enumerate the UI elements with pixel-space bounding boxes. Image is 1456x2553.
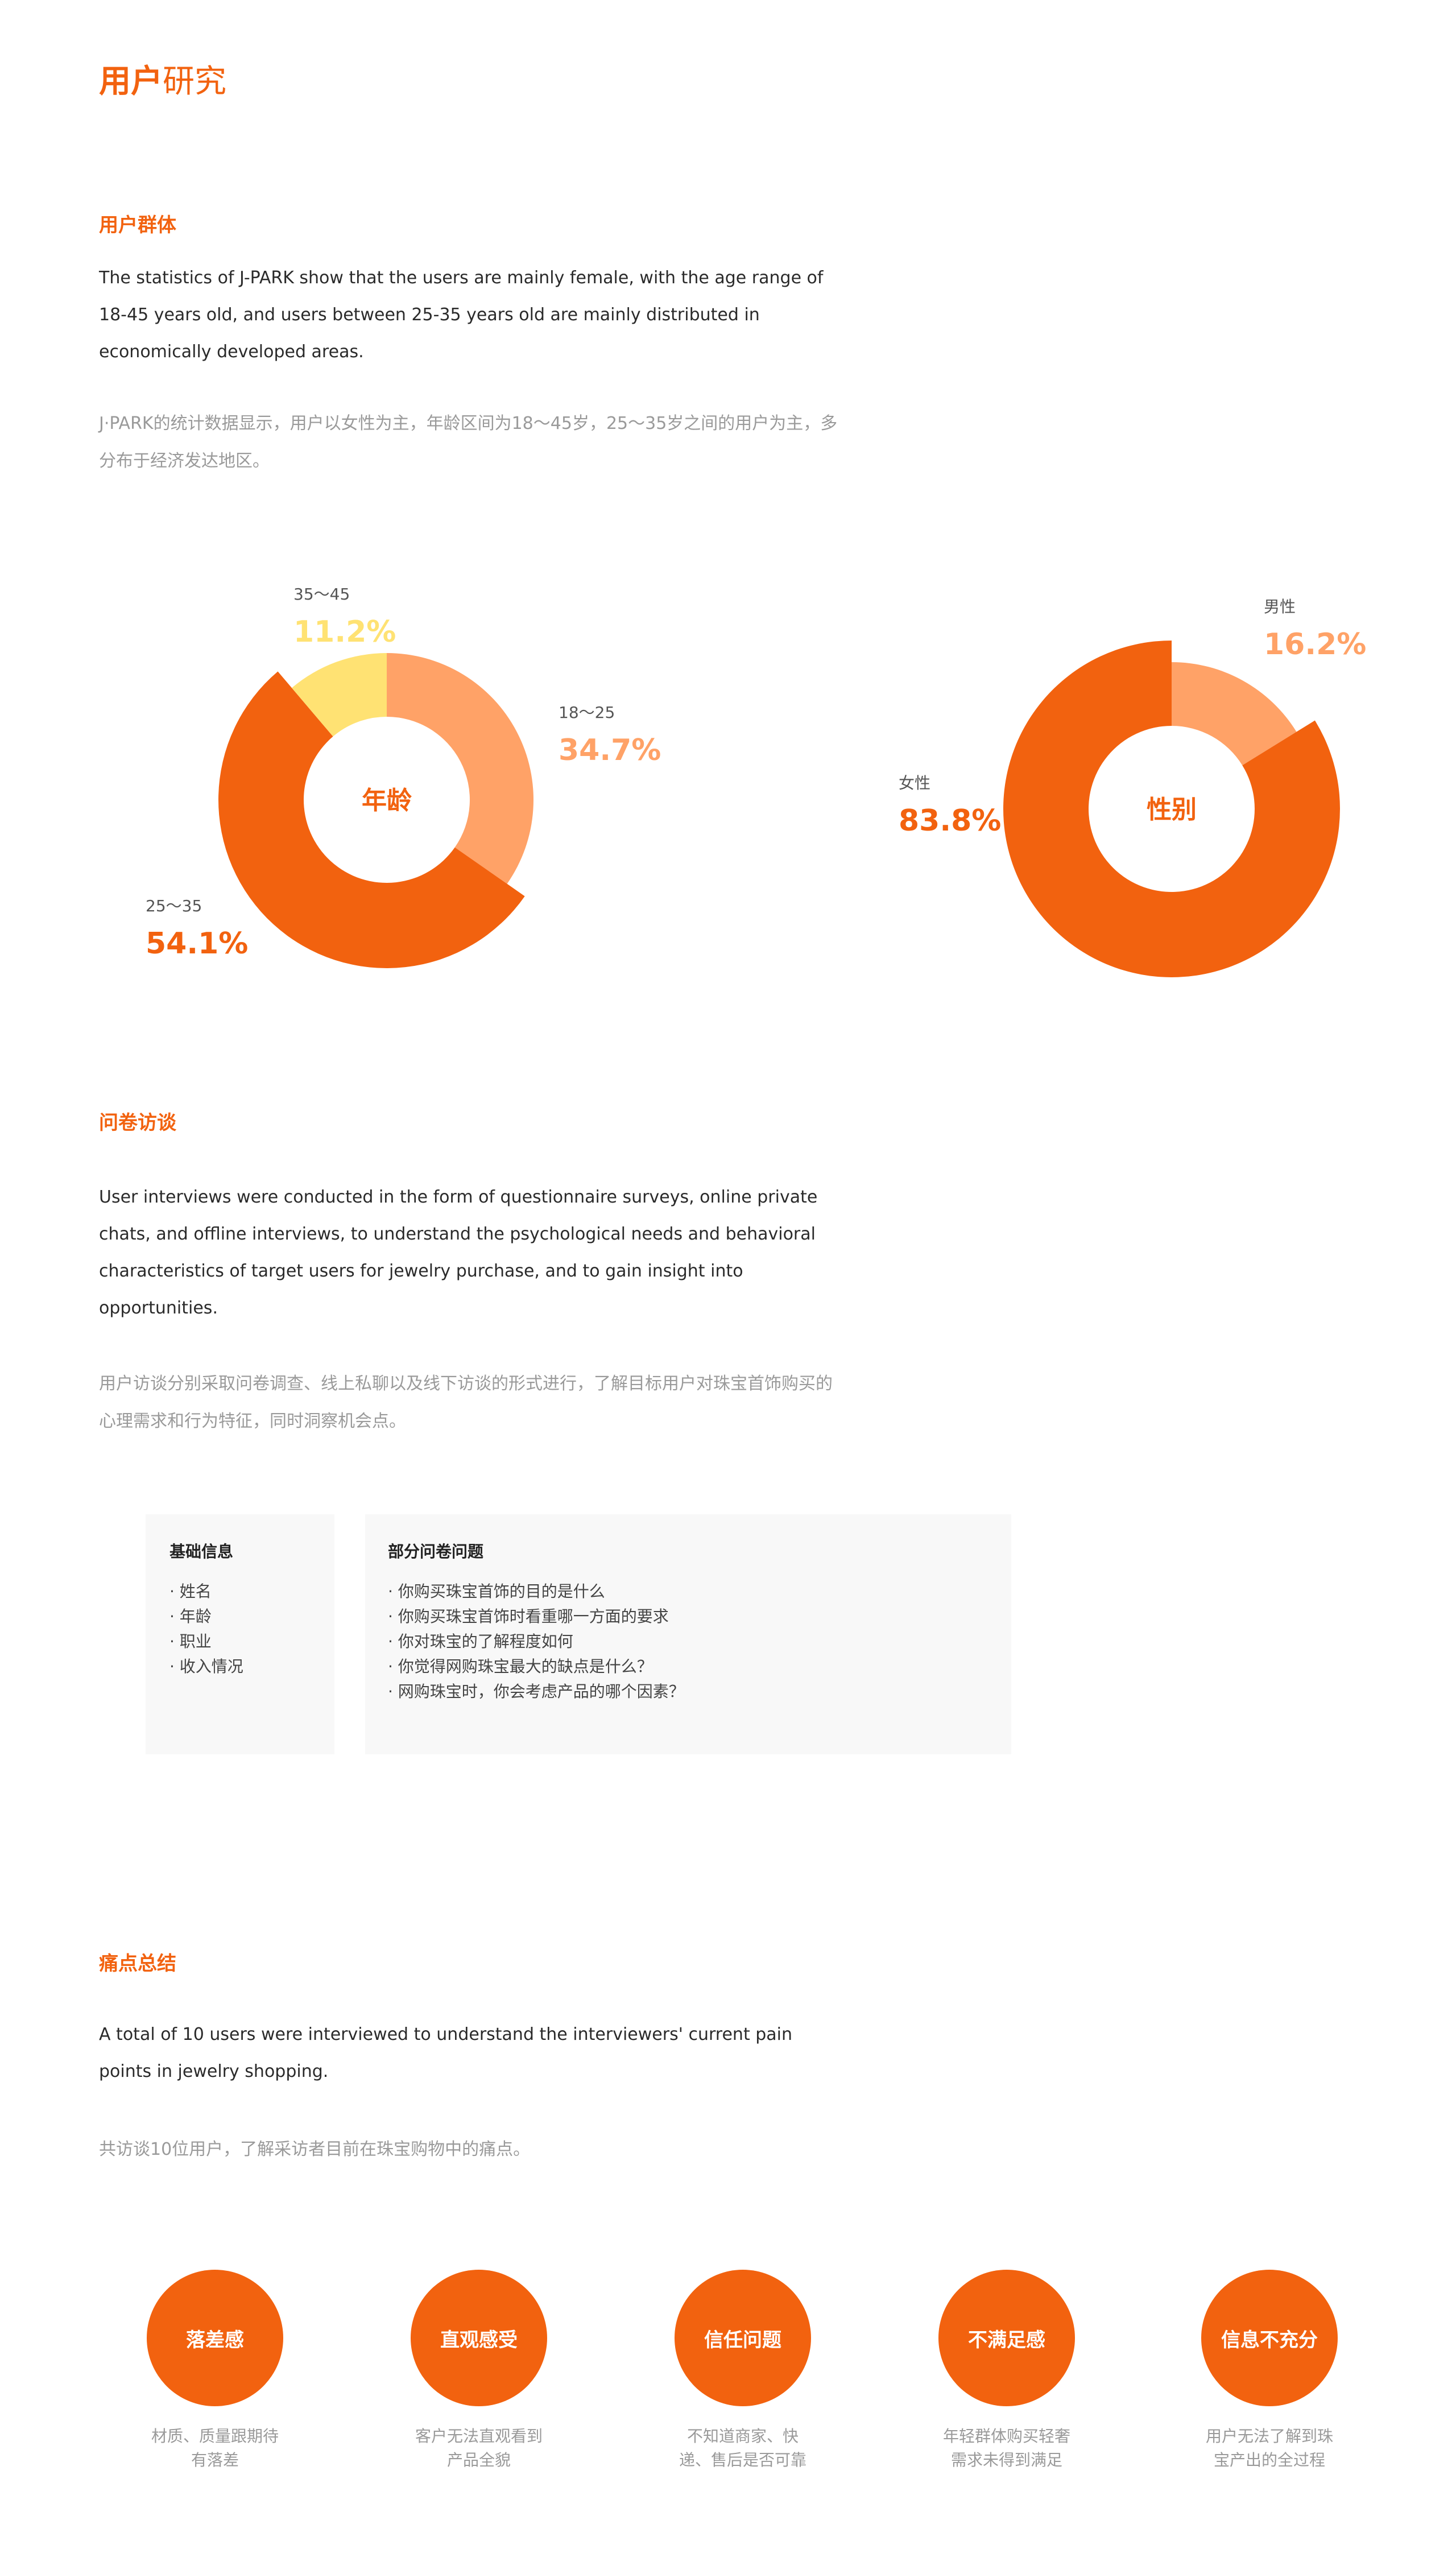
pain-point-desc: 材质、质量跟期待 有落差 — [130, 2424, 300, 2472]
pain-point-desc-line: 用户无法了解到珠 — [1205, 2427, 1333, 2445]
pain-point-desc: 不知道商家、快 递、售后是否可靠 — [657, 2424, 828, 2472]
pain-point-desc-line: 不知道商家、快 — [686, 2427, 799, 2445]
basic-info-list: · 姓名 · 年龄 · 职业 · 收入情况 — [169, 1579, 243, 1679]
basic-info-item: · 收入情况 — [169, 1657, 243, 1676]
category-label: 男性 — [1264, 597, 1296, 616]
question-item: · 网购珠宝时，你会考虑产品的哪个因素？ — [388, 1682, 685, 1701]
interview-heading: 问卷访谈 — [99, 1112, 176, 1134]
pain-point-desc-line: 年轻群体购买轻奢 — [942, 2427, 1070, 2445]
pain-point-desc-line: 递、售后是否可靠 — [679, 2451, 806, 2469]
category-label: 女性 — [899, 774, 930, 792]
slice-1 — [387, 653, 533, 884]
question-item: · 你对珠宝的了解程度如何 — [388, 1632, 573, 1651]
basic-info-item: · 职业 — [169, 1632, 212, 1651]
value-label: 54.1% — [146, 927, 248, 961]
value-label: 83.8% — [899, 804, 1001, 838]
interview-en-text: User interviews were conducted in the fo… — [99, 1187, 818, 1318]
pain-points-cn-text: 共访谈10位用户，了解采访者目前在珠宝购物中的痛点。 — [99, 2139, 531, 2159]
pain-point-1: 落差感 — [147, 2270, 283, 2406]
pain-point-circle: 落差感 — [147, 2270, 283, 2406]
pain-point-circle: 直观感受 — [411, 2270, 547, 2406]
pain-point-desc: 用户无法了解到珠 宝产出的全过程 — [1184, 2424, 1355, 2472]
category-label: 25～35 — [146, 897, 202, 915]
center-label: 性别 — [1147, 795, 1197, 824]
gender-donut-chart: 性别 男性 16.2% 女性 83.8% — [899, 597, 1366, 978]
value-label: 16.2% — [1264, 627, 1366, 662]
basic-info-title: 基础信息 — [169, 1542, 234, 1561]
pain-point-2: 直观感受 — [411, 2270, 547, 2406]
pain-point-3: 信任问题 — [675, 2270, 811, 2406]
pain-point-circle: 信息不充分 — [1201, 2270, 1338, 2406]
pain-point-circle: 不满足感 — [938, 2270, 1075, 2406]
user-group-heading: 用户群体 — [99, 214, 176, 237]
questions-title: 部分问卷问题 — [388, 1542, 484, 1561]
category-label: 35～45 — [293, 585, 350, 604]
pain-point-5: 信息不充分 — [1201, 2270, 1338, 2406]
question-item: · 你觉得网购珠宝最大的缺点是什么？ — [388, 1657, 653, 1676]
user-group-cn-text: J·PARK的统计数据显示，用户以女性为主，年龄区间为18～45岁，25～35岁… — [99, 414, 838, 471]
pain-point-desc-line: 客户无法直观看到 — [415, 2427, 543, 2445]
pain-point-desc-line: 有落差 — [191, 2451, 239, 2469]
page-title-bold: 用户 — [99, 63, 163, 100]
pain-point-desc: 客户无法直观看到 产品全貌 — [394, 2424, 564, 2472]
basic-info-item: · 年龄 — [169, 1607, 212, 1626]
questions-card: 部分问卷问题 · 你购买珠宝首饰的目的是什么 · 你购买珠宝首饰时看重哪一方面的… — [365, 1514, 1011, 1754]
pain-point-desc-line: 材质、质量跟期待 — [151, 2427, 279, 2445]
pain-point-4: 不满足感 — [938, 2270, 1075, 2406]
pain-point-desc-line: 宝产出的全过程 — [1213, 2451, 1325, 2469]
pain-point-desc-line: 产品全貌 — [446, 2451, 511, 2469]
questions-list: · 你购买珠宝首饰的目的是什么 · 你购买珠宝首饰时看重哪一方面的要求 · 你对… — [388, 1579, 685, 1704]
page-title: 用户研究 — [99, 59, 226, 105]
user-group-en-text: The statistics of J-PARK show that the u… — [99, 268, 824, 362]
pain-point-desc: 年轻群体购买轻奢 需求未得到满足 — [921, 2424, 1092, 2472]
age-donut-chart: 年龄 18～25 34.7% 25～35 54.1% 35～45 11.2% — [146, 585, 661, 968]
basic-info-item: · 姓名 — [169, 1582, 212, 1601]
basic-info-card: 基础信息 · 姓名 · 年龄 · 职业 · 收入情况 — [146, 1514, 334, 1754]
pain-points-en-text: A total of 10 users were interviewed to … — [99, 2025, 793, 2081]
pain-point-circle: 信任问题 — [675, 2270, 811, 2406]
page-title-light: 研究 — [163, 63, 226, 100]
question-item: · 你购买珠宝首饰时看重哪一方面的要求 — [388, 1607, 669, 1626]
value-label: 11.2% — [293, 615, 396, 649]
value-label: 34.7% — [559, 733, 661, 767]
pain-points-heading: 痛点总结 — [99, 1952, 176, 1975]
question-item: · 你购买珠宝首饰的目的是什么 — [388, 1582, 605, 1601]
category-label: 18～25 — [559, 703, 615, 722]
pain-point-desc-line: 需求未得到满足 — [950, 2451, 1062, 2469]
charts-svg: 年龄 18～25 34.7% 25～35 54.1% 35～45 11.2% 性别 男性 16.… — [146, 585, 1366, 978]
center-label: 年龄 — [362, 786, 412, 815]
interview-cn-text: 用户访谈分别采取问卷调查、线上私聊以及线下访谈的形式进行，了解目标用户对珠宝首饰… — [99, 1374, 833, 1431]
